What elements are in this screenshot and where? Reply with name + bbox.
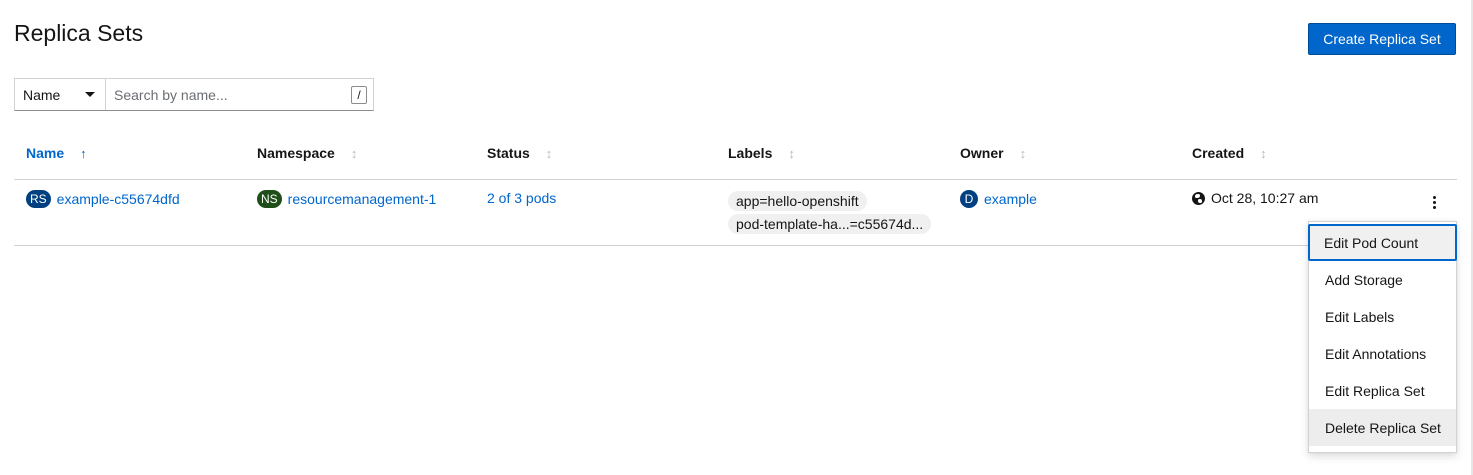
filter-toolbar: Name / (14, 78, 374, 111)
column-header-namespace[interactable]: Namespace ↕ (257, 145, 357, 161)
labels-cell: app=hello-openshift pod-template-ha...=c… (728, 191, 932, 234)
menu-item-edit-replica-set[interactable]: Edit Replica Set (1309, 372, 1456, 409)
column-header-name[interactable]: Name ↑ (26, 145, 87, 161)
menu-item-edit-annotations[interactable]: Edit Annotations (1309, 335, 1456, 372)
name-cell: RS example-c55674dfd (26, 190, 180, 208)
menu-item-add-storage[interactable]: Add Storage (1309, 261, 1456, 298)
search-wrapper: / (106, 79, 373, 110)
menu-item-edit-pod-count[interactable]: Edit Pod Count (1308, 224, 1457, 261)
page-title: Replica Sets (14, 20, 144, 46)
menu-item-delete-replica-set[interactable]: Delete Replica Set (1309, 409, 1456, 446)
sort-ascending-icon: ↑ (80, 145, 87, 161)
owner-link[interactable]: example (984, 191, 1037, 207)
sort-icon: ↕ (1019, 145, 1027, 161)
namespace-link[interactable]: resourcemanagement-1 (288, 191, 437, 207)
column-header-status[interactable]: Status ↕ (487, 145, 552, 161)
column-header-created[interactable]: Created ↕ (1192, 145, 1267, 161)
status-cell: 2 of 3 pods (487, 190, 556, 206)
filter-type-dropdown[interactable]: Name (15, 79, 106, 110)
created-timestamp: Oct 28, 10:27 am (1211, 190, 1319, 206)
menu-item-edit-labels[interactable]: Edit Labels (1309, 298, 1456, 335)
status-pods-link[interactable]: 2 of 3 pods (487, 190, 556, 206)
column-header-owner[interactable]: Owner ↕ (960, 145, 1026, 161)
sort-icon: ↕ (350, 145, 358, 161)
label-chip[interactable]: pod-template-ha...=c55674d... (728, 214, 932, 234)
caret-down-icon (85, 92, 95, 97)
sort-icon: ↕ (545, 145, 553, 161)
sort-icon: ↕ (1260, 145, 1267, 161)
created-cell: Oct 28, 10:27 am (1192, 190, 1318, 206)
resource-badge-rs: RS (26, 190, 51, 208)
table-row: RS example-c55674dfd NS resourcemanageme… (14, 180, 1457, 246)
owner-cell: D example (960, 190, 1037, 208)
column-header-labels[interactable]: Labels ↕ (728, 145, 795, 161)
replica-set-link[interactable]: example-c55674dfd (57, 191, 180, 207)
namespace-cell: NS resourcemanagement-1 (257, 190, 436, 208)
table-header: Name ↑ Namespace ↕ Status ↕ Labels ↕ Owner ↕ … (14, 130, 1457, 180)
resource-badge-d: D (960, 190, 978, 208)
label-chip[interactable]: app=hello-openshift (728, 191, 867, 211)
keyboard-shortcut-hint: / (351, 85, 367, 104)
search-input[interactable] (114, 86, 351, 103)
replica-sets-table: Name ↑ Namespace ↕ Status ↕ Labels ↕ Owner ↕ … (14, 130, 1457, 246)
actions-menu: Edit Pod Count Add Storage Edit Labels E… (1308, 221, 1457, 453)
resource-badge-ns: NS (257, 190, 282, 208)
create-replica-set-button[interactable]: Create Replica Set (1308, 23, 1456, 55)
filter-type-label: Name (23, 86, 61, 103)
globe-icon (1192, 191, 1205, 205)
sort-icon: ↕ (788, 145, 795, 161)
kebab-icon[interactable] (1428, 192, 1440, 212)
